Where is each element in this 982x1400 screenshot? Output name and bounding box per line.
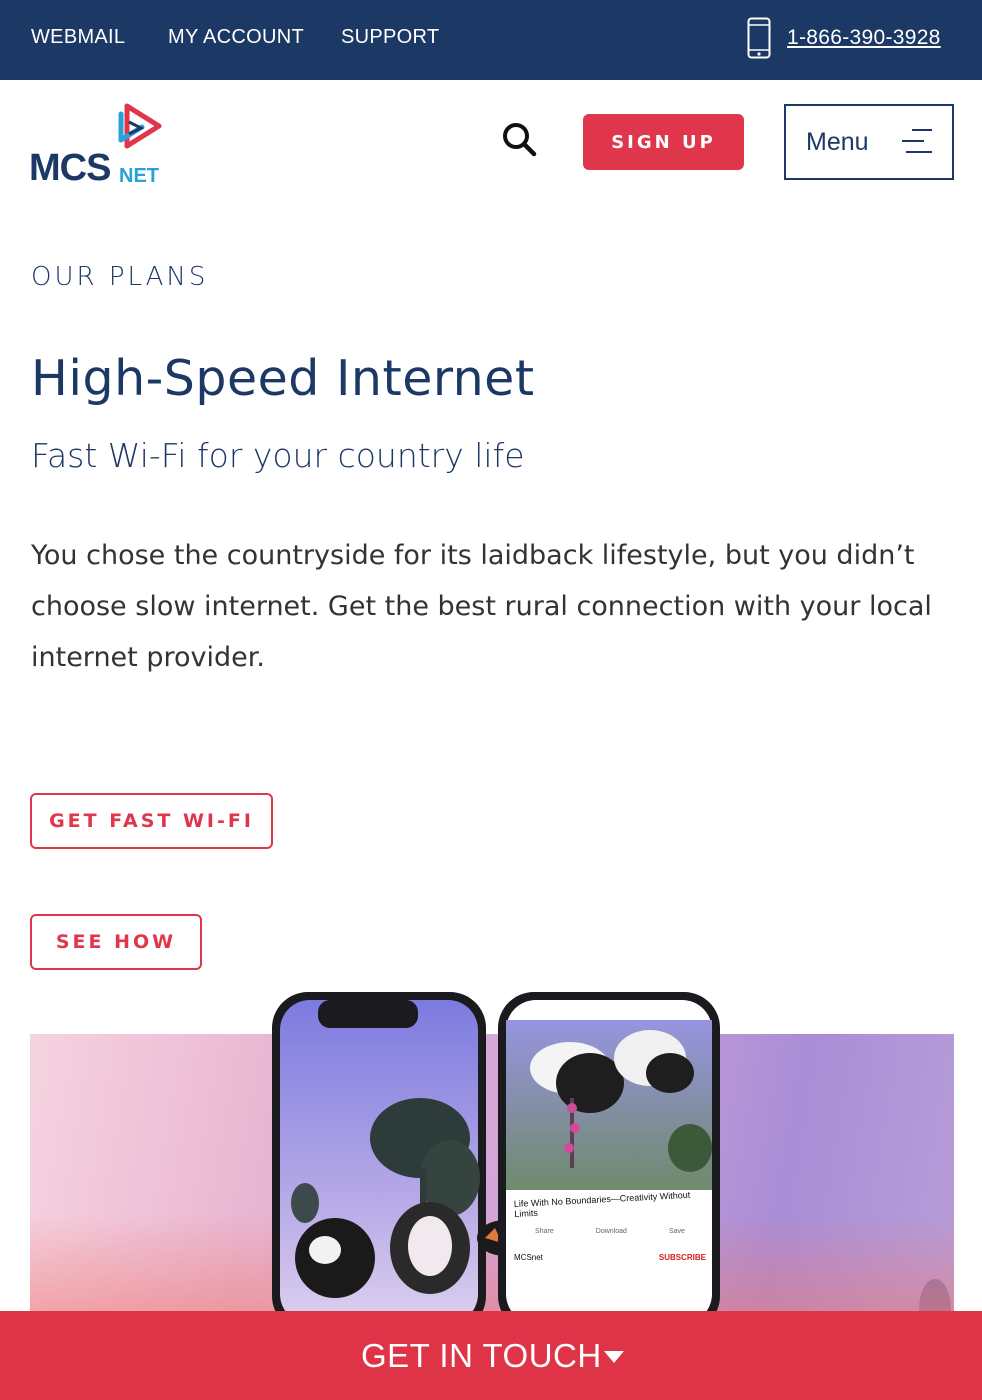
get-fast-wifi-button[interactable]: GET FAST WI-FI — [30, 793, 273, 849]
svg-text:MCS: MCS — [29, 147, 110, 188]
search-icon — [503, 123, 537, 157]
mcsnet-logo[interactable]: MCS NET — [29, 100, 169, 189]
svg-text:NET: NET — [119, 165, 159, 187]
search-button[interactable] — [500, 120, 538, 158]
webmail-link[interactable]: WEBMAIL — [31, 26, 125, 49]
support-link[interactable]: SUPPORT — [341, 26, 439, 49]
share-action: Share — [535, 1228, 554, 1235]
subscribe-label: SUBSCRIBE — [658, 1253, 706, 1262]
logo-play-mark-icon: MCS NET — [29, 103, 162, 189]
download-action: Download — [595, 1228, 627, 1235]
section-eyebrow: OUR PLANS — [31, 262, 209, 292]
intro-paragraph: You chose the countryside for its laidba… — [31, 540, 932, 673]
video-title: Life With No Boundaries—Creativity Witho… — [513, 1190, 691, 1220]
get-in-touch-label: GET IN TOUCH — [361, 1337, 602, 1374]
menu-button[interactable]: Menu — [784, 104, 954, 180]
phone-number-link[interactable]: 1-866-390-3928 — [787, 26, 941, 50]
page-title: High-Speed Internet — [31, 350, 535, 407]
channel-name: MCSnet — [514, 1253, 543, 1262]
my-account-link[interactable]: MY ACCOUNT — [168, 26, 304, 49]
phones-image: Life With No Boundaries—Creativity Witho… — [270, 988, 722, 1318]
get-in-touch-bar[interactable]: GET IN TOUCH — [0, 1311, 982, 1400]
utility-bar: WEBMAIL MY ACCOUNT SUPPORT 1-866-390-392… — [0, 0, 982, 80]
see-how-button[interactable]: SEE HOW — [30, 914, 202, 970]
save-action: Save — [668, 1228, 685, 1235]
hamburger-icon — [902, 129, 932, 153]
mobile-phone-icon — [747, 17, 771, 59]
smartphones-illustration: Life With No Boundaries—Creativity Witho… — [272, 992, 720, 1318]
page-subtitle: Fast Wi-Fi for your country life — [31, 436, 525, 475]
caret-down-icon — [604, 1351, 624, 1363]
menu-label: Menu — [806, 128, 869, 156]
sign-up-button[interactable]: SIGN UP — [583, 114, 744, 170]
